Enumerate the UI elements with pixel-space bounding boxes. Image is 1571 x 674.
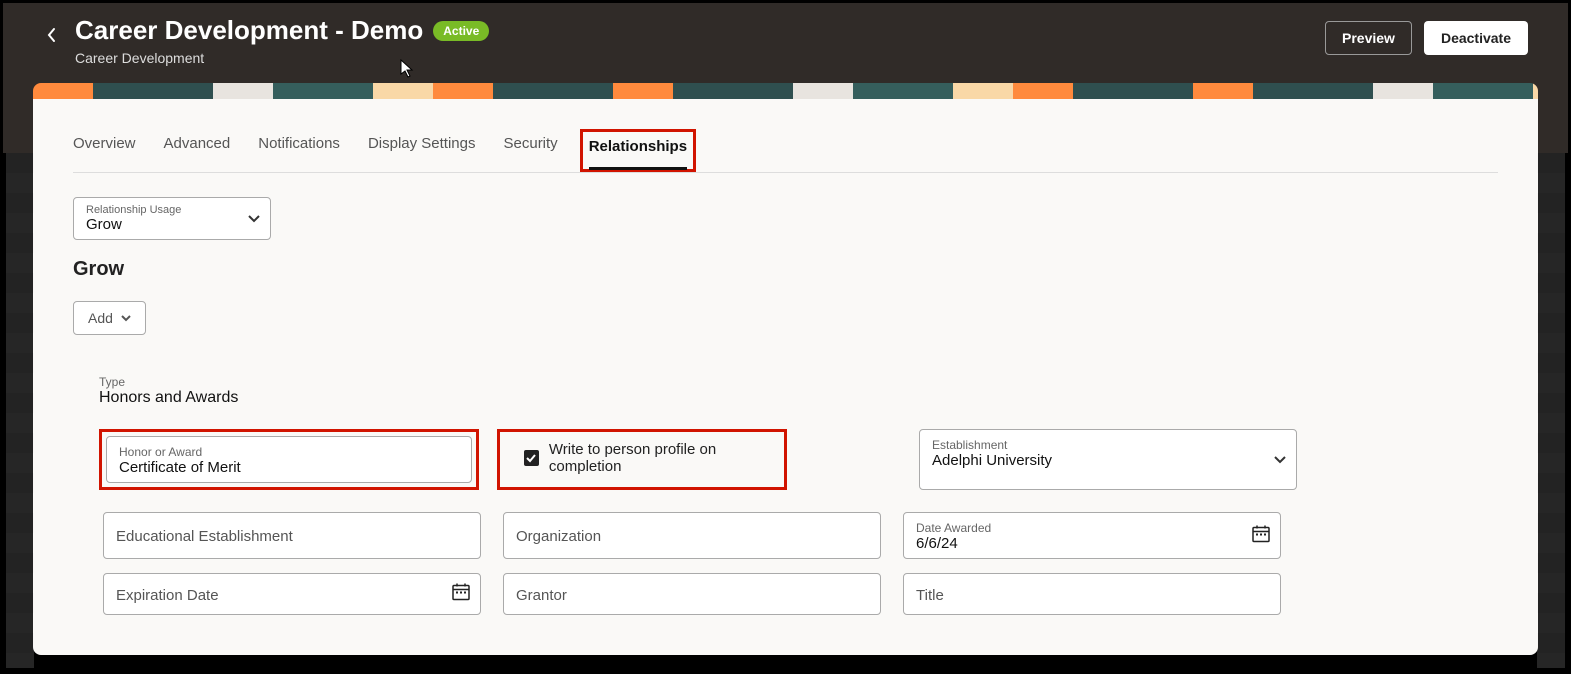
honor-award-label: Honor or Award: [119, 445, 459, 459]
chevron-down-icon: [248, 210, 260, 228]
calendar-icon[interactable]: [452, 583, 470, 606]
page-subtitle: Career Development: [75, 50, 489, 66]
calendar-icon[interactable]: [1252, 524, 1270, 547]
grantor-field[interactable]: Grantor: [503, 573, 881, 615]
organization-field[interactable]: Organization: [503, 512, 881, 559]
tab-relationships[interactable]: Relationships: [589, 132, 687, 169]
decorative-strip: [33, 83, 1538, 99]
establishment-select[interactable]: Establishment Adelphi University: [919, 429, 1297, 490]
tab-display-settings[interactable]: Display Settings: [368, 129, 476, 172]
write-profile-checkbox[interactable]: Write to person profile on completion: [508, 441, 776, 475]
title-label: Title: [916, 587, 1268, 604]
relationship-usage-select[interactable]: Relationship Usage Grow: [73, 197, 271, 240]
status-badge: Active: [433, 21, 489, 41]
honor-award-value: Certificate of Merit: [119, 459, 459, 476]
decorative-fade: [1537, 153, 1565, 668]
honor-award-field[interactable]: Honor or Award Certificate of Merit: [106, 436, 472, 483]
highlight-annotation: Write to person profile on completion: [497, 429, 787, 490]
preview-button[interactable]: Preview: [1325, 21, 1412, 55]
section-heading: Grow: [73, 258, 1498, 281]
checkbox-checked-icon: [524, 450, 539, 466]
establishment-label: Establishment: [932, 438, 1284, 452]
relationship-usage-label: Relationship Usage: [86, 204, 260, 216]
educational-establishment-field[interactable]: Educational Establishment: [103, 512, 481, 559]
add-button-label: Add: [88, 310, 113, 326]
type-value: Honors and Awards: [99, 389, 1498, 407]
date-awarded-label: Date Awarded: [916, 521, 1268, 535]
header-bar: Career Development - Demo Active Career …: [3, 3, 1568, 83]
expiration-date-label: Expiration Date: [116, 587, 468, 604]
decorative-fade: [6, 153, 34, 668]
tab-advanced[interactable]: Advanced: [164, 129, 231, 172]
deactivate-button[interactable]: Deactivate: [1424, 21, 1528, 55]
cursor-icon: [400, 59, 414, 84]
title-field[interactable]: Title: [903, 573, 1281, 615]
grantor-label: Grantor: [516, 587, 868, 604]
organization-label: Organization: [516, 528, 868, 545]
educational-establishment-label: Educational Establishment: [116, 528, 468, 545]
type-label: Type: [99, 375, 1498, 389]
add-button[interactable]: Add: [73, 301, 146, 335]
establishment-value: Adelphi University: [932, 452, 1284, 469]
date-awarded-field[interactable]: Date Awarded 6/6/24: [903, 512, 1281, 559]
chevron-down-icon: [121, 315, 131, 322]
relationship-usage-value: Grow: [86, 216, 260, 233]
expiration-date-field[interactable]: Expiration Date: [103, 573, 481, 615]
chevron-down-icon: [1274, 451, 1286, 469]
tabs-row: Overview Advanced Notifications Display …: [73, 129, 1498, 173]
tab-security[interactable]: Security: [504, 129, 558, 172]
date-awarded-value: 6/6/24: [916, 535, 1268, 552]
highlight-annotation: Relationships: [580, 129, 696, 172]
highlight-annotation: Honor or Award Certificate of Merit: [99, 429, 479, 490]
back-chevron-icon[interactable]: [43, 23, 59, 47]
page-title: Career Development - Demo: [75, 15, 423, 46]
write-profile-label: Write to person profile on completion: [549, 441, 776, 475]
tab-notifications[interactable]: Notifications: [258, 129, 340, 172]
tab-overview[interactable]: Overview: [73, 129, 136, 172]
content-panel: Overview Advanced Notifications Display …: [33, 99, 1538, 655]
